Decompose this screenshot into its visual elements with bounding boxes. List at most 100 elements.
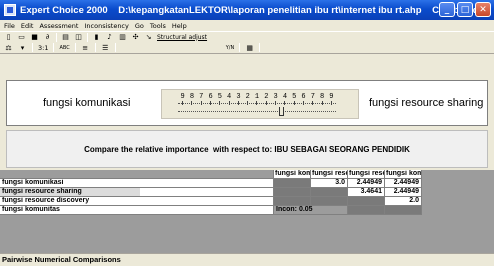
wand-icon[interactable]: ↘ [144,33,153,42]
mode-toolbar: ⚖ ▾ 3:1 ABC ≡ ☰ Y/N ▦ [0,42,494,54]
link-icon[interactable]: ∂ [43,33,52,42]
scale-tick-label: 2 [245,93,250,101]
scale-tick-label: 5 [292,93,297,101]
print-preview-icon[interactable]: ◫ [74,33,83,42]
scale-tick [209,101,211,105]
menu-inconsistency[interactable]: Inconsistency [84,22,128,30]
matrix-cell [311,188,348,197]
scale-tick-label: 8 [189,93,195,101]
network-icon[interactable]: ✣ [131,33,140,42]
menu-assessment[interactable]: Assessment [39,22,78,30]
grid-icon[interactable]: ▦ [245,43,254,52]
abc-mode-button[interactable]: ABC [59,45,69,51]
table-row: fungsi resource sharing 3.4641 2.44949 [0,188,422,197]
scale-tick-label: 8 [320,93,325,101]
scale-tick [284,101,286,105]
row-label: fungsi komunikasi [0,179,274,188]
scale-tick [293,101,295,105]
toolbar-separator [74,43,76,52]
main-toolbar: ▯ ▭ ■ ∂ ▤ ◫ ▮ ♪ ▥ ✣ ↘ Structural adjust [0,31,494,42]
title-bar: Expert Choice 2000 D:\kepangkatanLEKTOR\… [0,0,494,20]
scale-tick [330,101,332,105]
scale-tick-label: 7 [199,93,204,101]
scale-tick-label: 6 [208,93,213,101]
scale-tick [302,101,304,105]
matrix-cell[interactable]: 2.0 [385,197,422,206]
bars-icon[interactable]: ☰ [101,43,110,52]
menu-file[interactable]: File [4,22,15,30]
document-icon[interactable]: ▮ [92,33,101,42]
matrix-cell[interactable]: 2.44949 [385,188,422,197]
music-note-icon[interactable]: ♪ [105,33,114,42]
verbal-scale[interactable]: 9 8 7 6 5 4 3 2 1 2 3 4 5 6 7 8 9 [161,89,359,119]
table-row: fungsi resource discovery 2.0 [0,197,422,206]
matrix-header-row: fungsi kom fungsi resc fungsi resc fungs… [0,170,422,179]
yes-no-button[interactable]: Y/N [226,45,234,51]
row-label: fungsi resource discovery [0,197,274,206]
comparison-matrix: fungsi kom fungsi resc fungsi resc fungs… [0,170,494,253]
matrix-corner [0,170,274,179]
scale-tick-label: 6 [301,93,306,101]
status-bar: Pairwise Numerical Comparisons [0,253,494,266]
scale-tick [228,101,230,105]
matrix-cell[interactable]: 3.4641 [348,188,385,197]
column-header[interactable]: fungsi resc [311,170,348,179]
inconsistency-ratio: Incon: 0.05 [274,206,348,215]
scale-tick [312,101,314,105]
scale-tick-label: 4 [282,93,288,101]
maximize-button[interactable]: □ [457,2,473,17]
scale-tick [275,101,276,105]
table-row: fungsi komunitas Incon: 0.05 [0,206,422,215]
table-row: fungsi komunikasi 3.0 2.44949 2.44949 [0,179,422,188]
column-header[interactable]: fungsi kom [274,170,311,179]
toolbar-separator [56,32,57,42]
toolbar-separator [87,32,88,42]
matrix-cell[interactable]: 2.44949 [348,179,385,188]
menu-help[interactable]: Help [172,22,187,30]
new-file-icon[interactable]: ▯ [4,33,13,42]
scale-numbers: 9 8 7 6 5 4 3 2 1 2 3 4 5 6 7 8 9 [178,93,336,101]
scale-tick [200,101,202,105]
open-folder-icon[interactable]: ▭ [17,33,26,42]
scale-tick [256,101,258,105]
scale-tick-label: 7 [310,93,315,101]
toolbar-separator [53,43,55,52]
comparison-panel: fungsi komunikasi 9 8 7 6 5 4 3 2 1 2 3 … [6,80,488,126]
close-button[interactable]: ✕ [475,2,491,17]
menu-edit[interactable]: Edit [21,22,34,30]
matrix-cell[interactable]: 3.0 [311,179,348,188]
toolbar-separator [259,43,261,52]
menu-go[interactable]: Go [135,22,144,30]
matrix-cell [311,197,348,206]
scale-tick [237,101,239,105]
chart-icon[interactable]: ▥ [118,33,127,42]
matrix-cell [385,206,422,215]
toolbar-separator [94,43,96,52]
toolbar-separator [32,43,33,52]
left-element-label: fungsi komunikasi [43,97,131,109]
menu-tools[interactable]: Tools [150,22,166,30]
toolbar-separator [239,43,241,52]
scale-tick-label: 5 [217,93,222,101]
column-header[interactable]: fungsi kom [385,170,422,179]
scale-tick-label: 2 [264,93,269,101]
scale-tick-label: 4 [227,93,232,101]
save-icon[interactable]: ■ [30,33,39,42]
app-icon [4,4,16,16]
structural-adjust-button[interactable]: Structural adjust [157,34,207,41]
scale-tick [182,101,183,105]
print-icon[interactable]: ▤ [61,33,70,42]
scale-thumb[interactable] [279,107,284,116]
scale-icon[interactable]: ⚖ [4,43,13,52]
dropdown-arrow-icon[interactable]: ▾ [18,43,27,52]
lines-icon[interactable]: ≡ [81,43,90,52]
minimize-button[interactable]: _ [439,2,455,17]
scale-tick [321,101,323,105]
scale-tick-label: 3 [236,93,241,101]
column-header[interactable]: fungsi resc [348,170,385,179]
scale-track-lower [178,111,336,112]
matrix-cell[interactable]: 2.44949 [385,179,422,188]
scale-tick [247,101,249,105]
window-title: Expert Choice 2000 D:\kepangkatanLEKTOR\… [20,4,479,16]
ratio-mode-button[interactable]: 3:1 [38,44,48,52]
